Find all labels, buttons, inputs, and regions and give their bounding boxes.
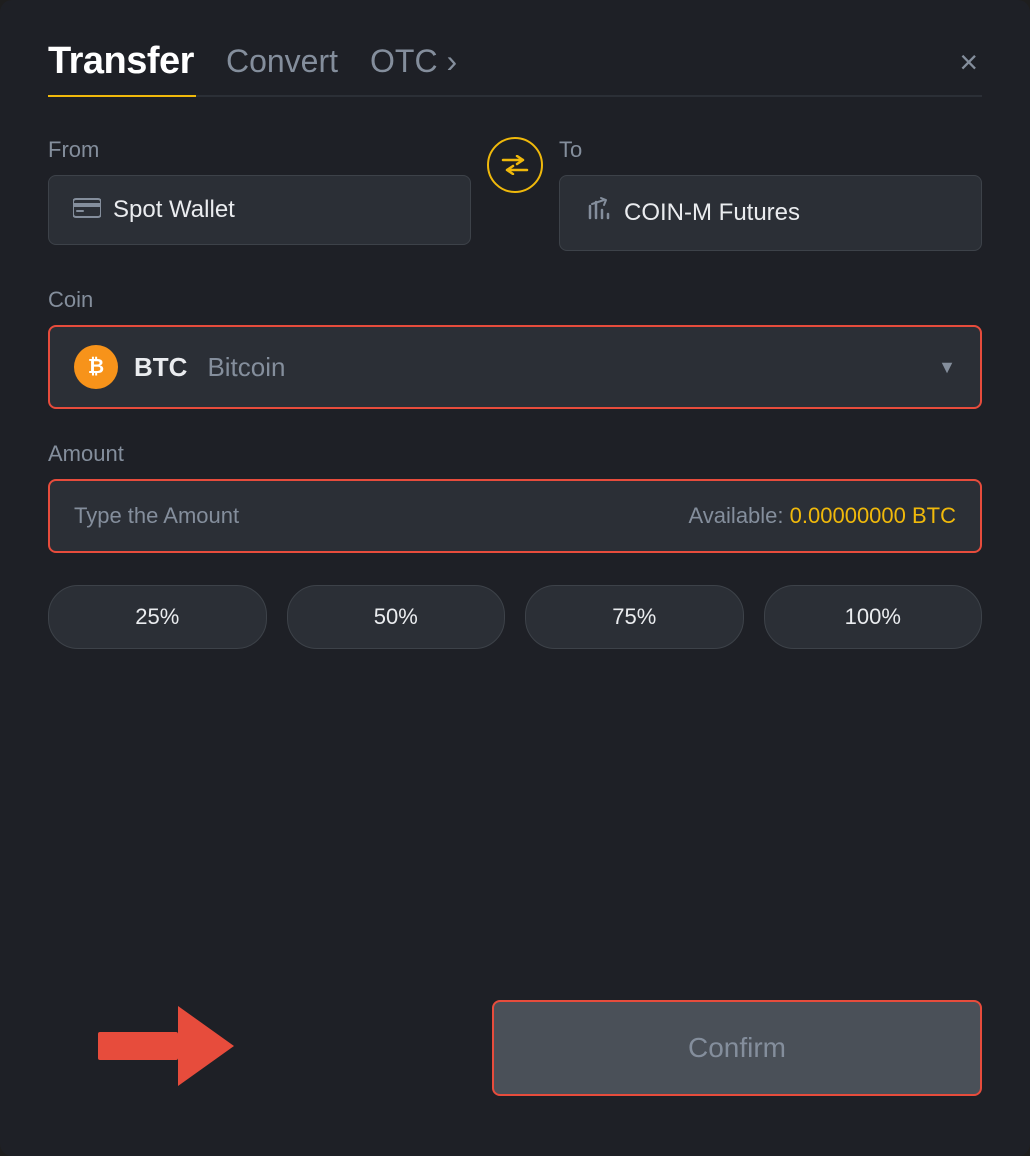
to-wallet-text: COIN-M Futures [624,199,800,227]
bottom-area: Confirm [48,980,982,1096]
pct-100-button[interactable]: 100% [764,585,983,649]
amount-label: Amount [48,441,124,466]
close-button[interactable]: × [955,42,982,82]
coin-label: Coin [48,287,93,312]
svg-text:₿: ₿ [88,356,104,378]
pct-25-button[interactable]: 25% [48,585,267,649]
coin-selector[interactable]: ₿ BTC Bitcoin ▼ [48,325,982,409]
available-amount: 0.00000000 BTC [790,503,956,528]
percentage-buttons: 25% 50% 75% 100% [48,585,982,649]
active-tab-indicator [48,95,196,97]
wallet-card-icon [73,196,101,224]
swap-container [471,137,559,205]
amount-input-box[interactable]: Type the Amount Available: 0.00000000 BT… [48,479,982,553]
to-label: To [559,137,982,163]
red-arrow [98,1006,234,1086]
arrow-head [178,1006,234,1086]
from-group: From Spot Wallet [48,137,471,245]
arrow-shaft [98,1032,178,1060]
confirm-button[interactable]: Confirm [492,1000,982,1096]
coin-section: Coin ₿ BTC Bitcoin ▼ [48,287,982,409]
chevron-down-icon: ▼ [938,357,956,378]
from-wallet-selector[interactable]: Spot Wallet [48,175,471,245]
tab-otc[interactable]: OTC › [370,43,457,80]
futures-icon [584,196,612,230]
coin-fullname: Bitcoin [207,352,285,383]
swap-button[interactable] [487,137,543,193]
from-to-section: From Spot Wallet [48,137,982,251]
btc-icon: ₿ [74,345,118,389]
from-label: From [48,137,471,163]
available-text: Available: 0.00000000 BTC [689,503,956,529]
amount-section: Amount Type the Amount Available: 0.0000… [48,441,982,553]
amount-placeholder: Type the Amount [74,503,239,529]
transfer-modal: Transfer Convert OTC › × From Spot Walle… [0,0,1030,1156]
pct-50-button[interactable]: 50% [287,585,506,649]
coin-symbol: BTC [134,352,187,383]
modal-header: Transfer Convert OTC › × [48,40,982,83]
pct-75-button[interactable]: 75% [525,585,744,649]
from-wallet-text: Spot Wallet [113,196,235,224]
tab-transfer[interactable]: Transfer [48,40,194,83]
to-wallet-selector[interactable]: COIN-M Futures [559,175,982,251]
to-group: To COIN-M Futures [559,137,982,251]
header-divider [48,95,982,97]
tab-convert[interactable]: Convert [226,43,338,80]
arrow-indicator [98,1006,234,1086]
